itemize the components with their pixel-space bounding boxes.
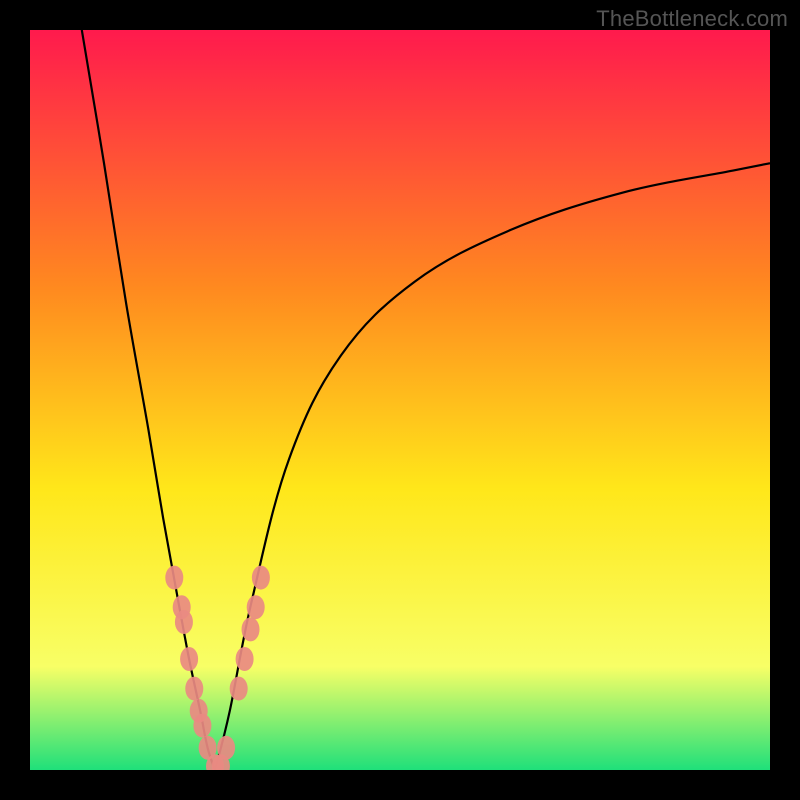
scatter-point: [252, 566, 270, 590]
scatter-point: [180, 647, 198, 671]
scatter-point: [230, 677, 248, 701]
scatter-point: [193, 714, 211, 738]
scatter-point: [242, 617, 260, 641]
scatter-point: [175, 610, 193, 634]
scatter-point: [165, 566, 183, 590]
scatter-point: [236, 647, 254, 671]
watermark-text: TheBottleneck.com: [596, 6, 788, 32]
chart-frame: TheBottleneck.com: [0, 0, 800, 800]
plot-area: [30, 30, 770, 770]
scatter-point: [247, 595, 265, 619]
chart-svg: [30, 30, 770, 770]
gradient-background: [30, 30, 770, 770]
scatter-point: [185, 677, 203, 701]
scatter-point: [217, 736, 235, 760]
